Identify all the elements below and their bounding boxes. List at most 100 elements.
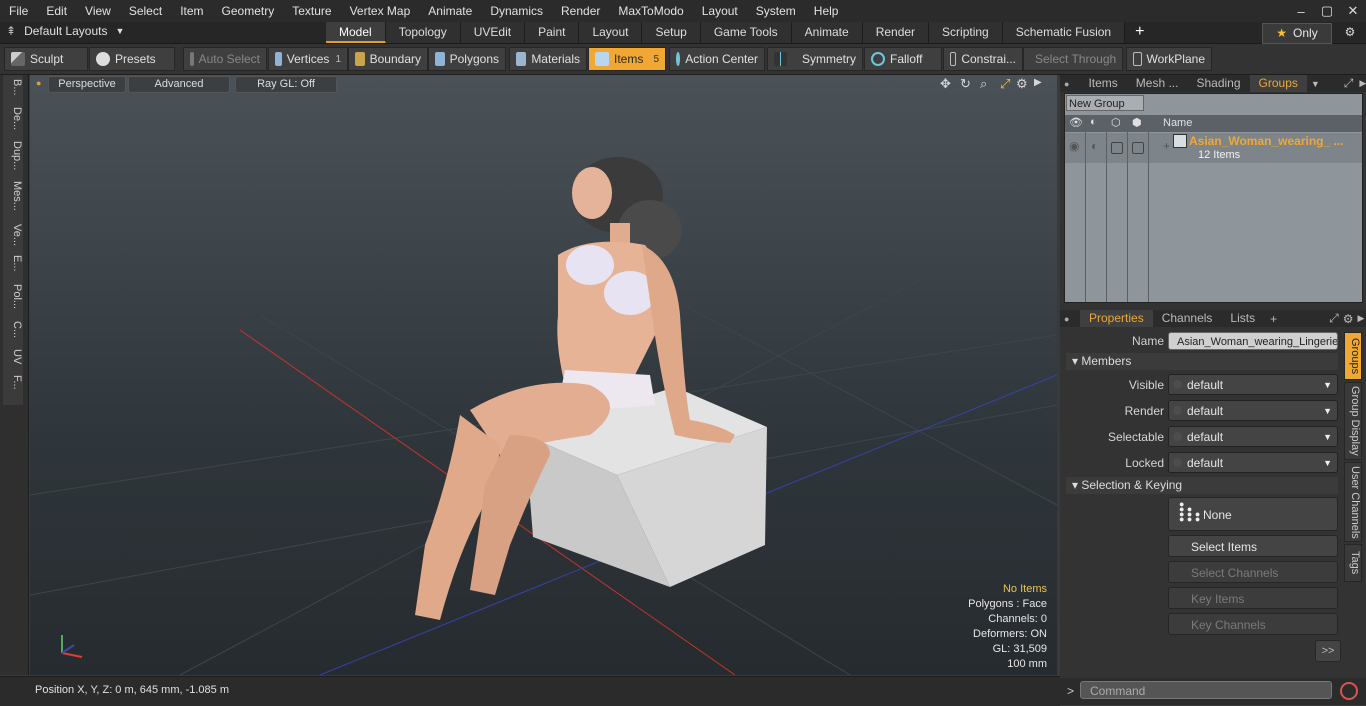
minimize-icon[interactable]: – [1288, 4, 1314, 19]
tab-topology[interactable]: Topology [385, 22, 461, 43]
tab-paint[interactable]: Paint [525, 22, 580, 43]
menu-geometry[interactable]: Geometry [213, 4, 284, 18]
tab-uvedit[interactable]: UVEdit [460, 22, 526, 43]
advanced-dropdown[interactable]: Advanced [128, 76, 230, 93]
vertices-button[interactable]: Vertices 1 [268, 47, 348, 71]
properties-expand-icon[interactable]: ⤢ [1329, 311, 1339, 326]
menu-select[interactable]: Select [120, 4, 171, 18]
side-tab-groups[interactable]: Groups [1344, 332, 1362, 380]
layout-selector[interactable]: ⇞ Default Layouts ▼ [6, 24, 124, 38]
auto-select-button[interactable]: Auto Select [183, 47, 267, 71]
tab-render[interactable]: Render [862, 22, 930, 43]
selection-keying-section[interactable]: ▾ Selection & Keying [1066, 477, 1338, 494]
selectable-dropdown[interactable]: default ▼ [1168, 426, 1338, 447]
maximize-icon[interactable]: ▢ [1314, 3, 1340, 19]
tab-lists[interactable]: Lists [1221, 310, 1264, 327]
side-tab-user-channels[interactable]: User Channels [1344, 462, 1362, 542]
viewport-gear-icon[interactable]: ⚙ [1016, 76, 1028, 92]
name-field[interactable]: Asian_Woman_wearing_Lingerie_ [1168, 332, 1338, 350]
tab-model[interactable]: Model [326, 22, 386, 43]
boundary-button[interactable]: Boundary [348, 47, 428, 71]
symmetry-button[interactable]: Symmetry [767, 47, 863, 71]
rotate-view-icon[interactable]: ↻ [960, 76, 971, 92]
left-tab-mesh-edit[interactable]: Mes... [3, 181, 23, 211]
tab-channels[interactable]: Channels [1153, 310, 1222, 327]
panel-menu-icon[interactable]: ▶ [1359, 78, 1366, 89]
viewport-menu-icon[interactable]: ▶ [1034, 77, 1042, 88]
render-dropdown[interactable]: default ▼ [1168, 400, 1338, 421]
select-channels-button[interactable]: Select Channels [1168, 561, 1338, 583]
left-tab-fusion[interactable]: F... [3, 375, 23, 390]
move-view-icon[interactable]: ✥ [940, 76, 951, 92]
workplane-button[interactable]: WorkPlane [1126, 47, 1212, 71]
constraints-button[interactable]: Constrai... [943, 47, 1023, 71]
expand-panel-icon[interactable]: ⤢ [1344, 76, 1354, 91]
visible-dropdown[interactable]: default ▼ [1168, 374, 1338, 395]
menu-render[interactable]: Render [552, 4, 609, 18]
new-group-button[interactable]: New Group [1066, 95, 1144, 111]
left-tab-curve[interactable]: C... [3, 321, 23, 338]
close-icon[interactable]: ✕ [1340, 3, 1366, 19]
zoom-icon[interactable]: ⌕ [980, 76, 987, 92]
menu-vertex-map[interactable]: Vertex Map [341, 4, 420, 18]
left-tab-vertex[interactable]: Ve... [3, 224, 23, 246]
menu-texture[interactable]: Texture [283, 4, 340, 18]
tab-properties[interactable]: Properties [1080, 310, 1153, 327]
menu-view[interactable]: View [76, 4, 120, 18]
fit-view-icon[interactable]: ⤢ [1000, 76, 1010, 92]
row-select-checkbox[interactable] [1111, 142, 1123, 154]
tab-mesh[interactable]: Mesh ... [1127, 75, 1188, 92]
tab-game-tools[interactable]: Game Tools [700, 22, 792, 43]
row-eye-icon[interactable]: ◉ [1069, 139, 1079, 153]
presets-button[interactable]: Presets [89, 47, 175, 71]
tab-groups[interactable]: Groups [1249, 75, 1307, 92]
sculpt-button[interactable]: Sculpt [4, 47, 88, 71]
left-tab-duplicate[interactable]: Dup... [3, 141, 23, 170]
select-items-button[interactable]: Select Items [1168, 535, 1338, 557]
menu-help[interactable]: Help [805, 4, 848, 18]
add-panel-tab-icon[interactable]: + [1270, 312, 1277, 326]
left-tab-uv[interactable]: UV [3, 349, 23, 364]
tab-scripting[interactable]: Scripting [929, 22, 1003, 43]
menu-dynamics[interactable]: Dynamics [481, 4, 552, 18]
perspective-dropdown[interactable]: Perspective [48, 76, 126, 93]
properties-menu-icon[interactable]: ▶ [1357, 313, 1364, 324]
menu-maxtomodo[interactable]: MaxToModo [609, 4, 692, 18]
tab-items[interactable]: Items [1079, 75, 1126, 92]
expand-icon[interactable]: + [1163, 139, 1170, 153]
group-row[interactable]: ◉ ◐ + Asian_Woman_wearing_ ... 12 Items [1065, 133, 1362, 163]
tab-shading[interactable]: Shading [1187, 75, 1249, 92]
tab-schematic-fusion[interactable]: Schematic Fusion [1002, 22, 1126, 43]
key-items-button[interactable]: Key Items [1168, 587, 1338, 609]
menu-system[interactable]: System [747, 4, 805, 18]
left-tab-basic[interactable]: B... [3, 79, 23, 96]
menu-layout[interactable]: Layout [693, 4, 747, 18]
row-render-icon[interactable]: ◐ [1091, 139, 1098, 153]
tab-dropdown-icon[interactable]: ▼ [1311, 79, 1320, 89]
side-tab-tags[interactable]: Tags [1344, 544, 1362, 582]
row-lock-checkbox[interactable] [1132, 142, 1144, 154]
menu-edit[interactable]: Edit [37, 4, 76, 18]
key-channels-button[interactable]: Key Channels [1168, 613, 1338, 635]
action-center-button[interactable]: Action Center [669, 47, 765, 71]
panel-dot-icon[interactable]: ● [1060, 79, 1069, 89]
only-toggle[interactable]: ★ Only [1262, 23, 1332, 44]
side-tab-group-display[interactable]: Group Display [1344, 382, 1362, 460]
add-tab-icon[interactable]: + [1125, 22, 1154, 43]
menu-animate[interactable]: Animate [419, 4, 481, 18]
menu-item[interactable]: Item [171, 4, 212, 18]
falloff-button[interactable]: Falloff [864, 47, 942, 71]
tab-layout[interactable]: Layout [579, 22, 643, 43]
record-icon[interactable] [1340, 682, 1358, 700]
left-tab-edge[interactable]: E... [3, 255, 23, 272]
menu-file[interactable]: File [0, 4, 37, 18]
raygl-toggle[interactable]: Ray GL: Off [235, 76, 337, 93]
polygons-button[interactable]: Polygons [428, 47, 506, 71]
none-button[interactable]: ● ● ● ● ● ● ● ● ● None [1168, 497, 1338, 531]
collapse-icon[interactable]: ⇞ [6, 24, 16, 38]
properties-gear-icon[interactable]: ⚙ [1343, 312, 1354, 326]
members-section[interactable]: ▾ Members [1066, 353, 1338, 370]
materials-button[interactable]: Materials [509, 47, 587, 71]
tab-animate[interactable]: Animate [791, 22, 863, 43]
locked-dropdown[interactable]: default ▼ [1168, 452, 1338, 473]
